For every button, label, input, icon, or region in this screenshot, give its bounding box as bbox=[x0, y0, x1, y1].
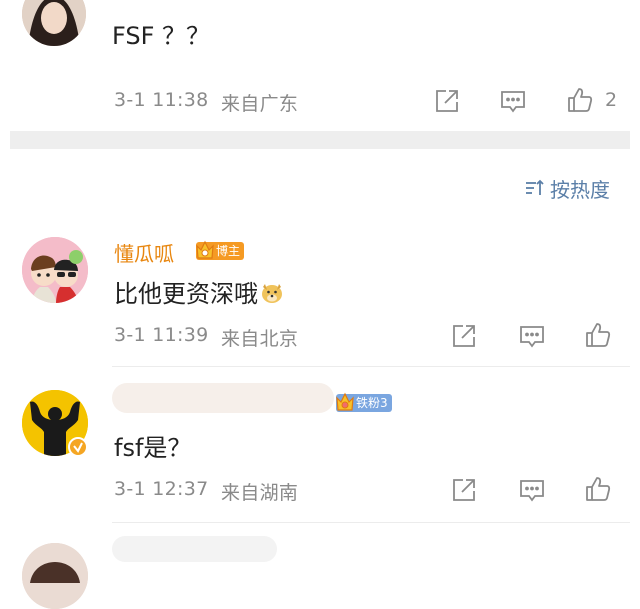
avatar-cartoon bbox=[22, 237, 88, 303]
username[interactable]: 懂瓜呱 bbox=[114, 238, 174, 267]
comment-icon[interactable] bbox=[499, 87, 527, 115]
username-redacted bbox=[112, 383, 334, 413]
crown-icon bbox=[194, 238, 216, 262]
comment-text: 比他更资深哦 bbox=[114, 274, 284, 309]
verified-icon bbox=[68, 437, 88, 457]
comment-location: 来自广东 bbox=[221, 93, 299, 115]
fan-badge-label: 铁粉3 bbox=[356, 396, 388, 410]
username-redacted bbox=[112, 536, 277, 562]
share-icon[interactable] bbox=[433, 87, 461, 115]
avatar[interactable] bbox=[22, 543, 88, 609]
section-divider bbox=[10, 131, 630, 149]
like-icon[interactable] bbox=[584, 321, 612, 349]
avatar[interactable] bbox=[22, 0, 86, 46]
comment-location: 来自湖南 bbox=[221, 482, 299, 504]
like-icon[interactable] bbox=[566, 86, 594, 114]
sort-icon bbox=[524, 177, 546, 199]
comment-icon[interactable] bbox=[518, 476, 546, 504]
comment-text-content: 比他更资深哦 bbox=[114, 280, 258, 308]
blogger-badge-label: 博主 bbox=[216, 244, 241, 258]
doge-emoji bbox=[260, 281, 284, 305]
blogger-badge: 博主 bbox=[196, 240, 245, 260]
share-icon[interactable] bbox=[450, 476, 478, 504]
sort-label: 按热度 bbox=[550, 177, 610, 202]
like-icon[interactable] bbox=[584, 475, 612, 503]
comment-location: 来自北京 bbox=[221, 328, 299, 350]
sort-control[interactable]: 按热度 bbox=[524, 175, 610, 202]
avatar-photo bbox=[22, 0, 86, 46]
avatar[interactable] bbox=[22, 237, 88, 303]
comment-icon[interactable] bbox=[518, 322, 546, 350]
share-icon[interactable] bbox=[450, 322, 478, 350]
crown-icon bbox=[334, 390, 356, 414]
comment-time: 3-1 11:38 bbox=[114, 89, 209, 111]
avatar-photo bbox=[22, 543, 88, 609]
comment-text: fsf是？ bbox=[114, 434, 192, 462]
divider bbox=[112, 366, 630, 367]
fan-badge: 铁粉3 bbox=[336, 392, 392, 412]
comment-time: 3-1 11:39 bbox=[114, 324, 209, 346]
divider bbox=[112, 522, 630, 523]
like-count: 2 bbox=[605, 89, 618, 111]
comment-time: 3-1 12:37 bbox=[114, 478, 209, 500]
comment-text: FSF ？？ bbox=[112, 22, 211, 50]
